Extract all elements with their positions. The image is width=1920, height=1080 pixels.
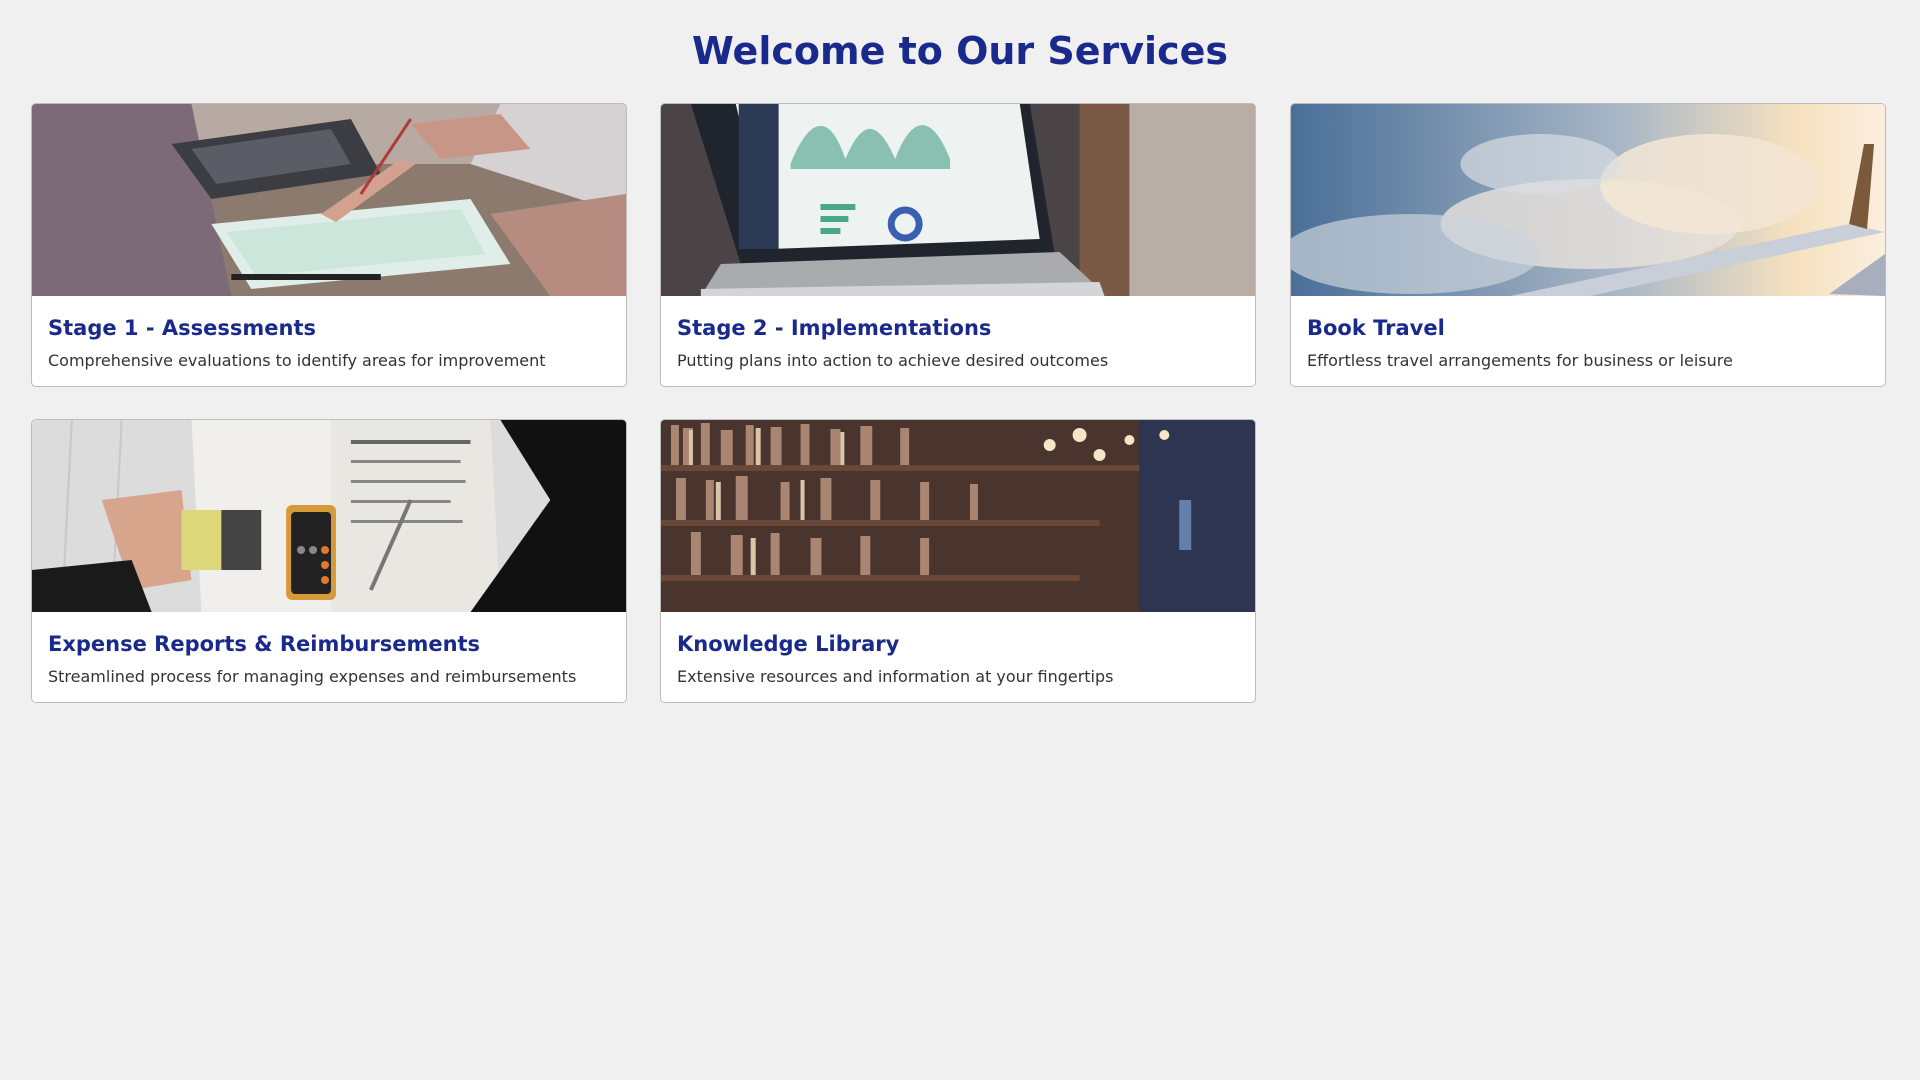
card-description: Streamlined process for managing expense… bbox=[48, 667, 577, 686]
card-description: Comprehensive evaluations to identify ar… bbox=[48, 351, 546, 370]
business-meeting-photo bbox=[32, 104, 626, 296]
card-description: Putting plans into action to achieve des… bbox=[677, 351, 1109, 370]
service-card-assessments[interactable]: Stage 1 - Assessments Comprehensive eval… bbox=[31, 103, 627, 387]
tax-forms-calculator-photo bbox=[32, 420, 626, 612]
page-title: Welcome to Our Services bbox=[691, 29, 1228, 73]
library-bookshelves-photo bbox=[661, 420, 1255, 612]
card-title: Stage 1 - Assessments bbox=[48, 316, 316, 340]
card-title: Book Travel bbox=[1307, 316, 1445, 340]
card-description: Extensive resources and information at y… bbox=[677, 667, 1114, 686]
airplane-wing-photo bbox=[1291, 104, 1885, 296]
service-card-knowledge-library[interactable]: Knowledge Library Extensive resources an… bbox=[660, 419, 1256, 703]
card-description: Effortless travel arrangements for busin… bbox=[1307, 351, 1733, 370]
laptop-dashboard-photo bbox=[661, 104, 1255, 296]
card-title: Knowledge Library bbox=[677, 632, 900, 656]
card-title: Stage 2 - Implementations bbox=[677, 316, 992, 340]
service-card-expense-reports[interactable]: Expense Reports & Reimbursements Streaml… bbox=[31, 419, 627, 703]
service-card-implementations[interactable]: Stage 2 - Implementations Putting plans … bbox=[660, 103, 1256, 387]
service-card-book-travel[interactable]: Book Travel Effortless travel arrangemen… bbox=[1290, 103, 1886, 387]
card-title: Expense Reports & Reimbursements bbox=[48, 632, 481, 656]
